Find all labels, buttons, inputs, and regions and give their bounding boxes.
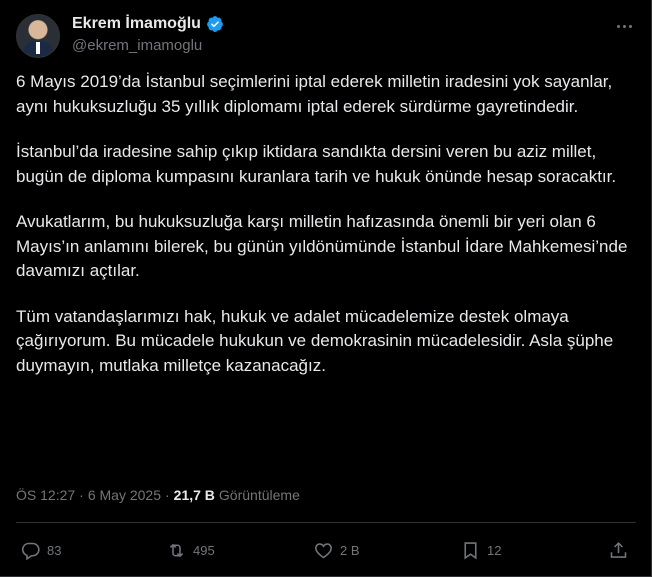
tweet-text: 6 Mayıs 2019’da İstanbul seçimlerini ipt… [16,70,636,399]
repost-count: 495 [193,542,215,558]
reply-button[interactable]: 83 [20,536,61,564]
tweet-paragraph-1: 6 Mayıs 2019’da İstanbul seçimlerini ipt… [16,72,613,116]
name-line: Ekrem İmamoğlu [72,15,224,33]
meta-separator-1: · [79,487,84,503]
repost-button[interactable]: 495 [166,536,215,564]
meta-separator-2: · [165,487,170,503]
bookmark-button[interactable]: 12 [460,536,501,564]
avatar[interactable] [16,14,60,58]
views-label: Görüntüleme [218,487,300,503]
reply-count: 83 [47,542,62,558]
divider [16,522,636,523]
tweet-paragraph-2: İstanbul’da iradesine sahip çıkıp iktida… [16,142,617,186]
author-handle[interactable]: @ekrem_imamoglu [72,37,202,54]
bookmark-icon [464,541,477,559]
like-icon [315,542,332,558]
avatar-collar [36,42,40,54]
tweet-time[interactable]: ÖS 12:27 [16,487,75,503]
bookmark-count: 12 [487,542,502,558]
reply-icon [21,542,40,560]
repost-icon [169,543,184,557]
tweet-header: Ekrem İmamoğlu @ekrem_imamoglu [16,14,636,58]
author-name[interactable]: Ekrem İmamoğlu [72,15,201,33]
views-count: 21,7 B [173,487,215,503]
share-button[interactable] [608,536,629,564]
share-icon [610,541,627,558]
more-icon[interactable] [614,16,634,36]
like-count: 2 B [340,542,360,558]
tweet-paragraph-4: Tüm vatandaşlarımızı hak, hukuk ve adale… [16,306,614,375]
like-button[interactable]: 2 B [313,536,360,564]
tweet-date[interactable]: 6 May 2025 [88,487,161,503]
action-bar: 83 495 2 B 12 [16,536,636,564]
tweet-meta: ÖS 12:27 · 6 May 2025 · 21,7 B Görüntüle… [16,487,300,503]
tweet-paragraph-3: Avukatlarım, bu hukuksuzluğa karşı mille… [16,212,628,280]
verified-badge-icon [207,16,223,32]
